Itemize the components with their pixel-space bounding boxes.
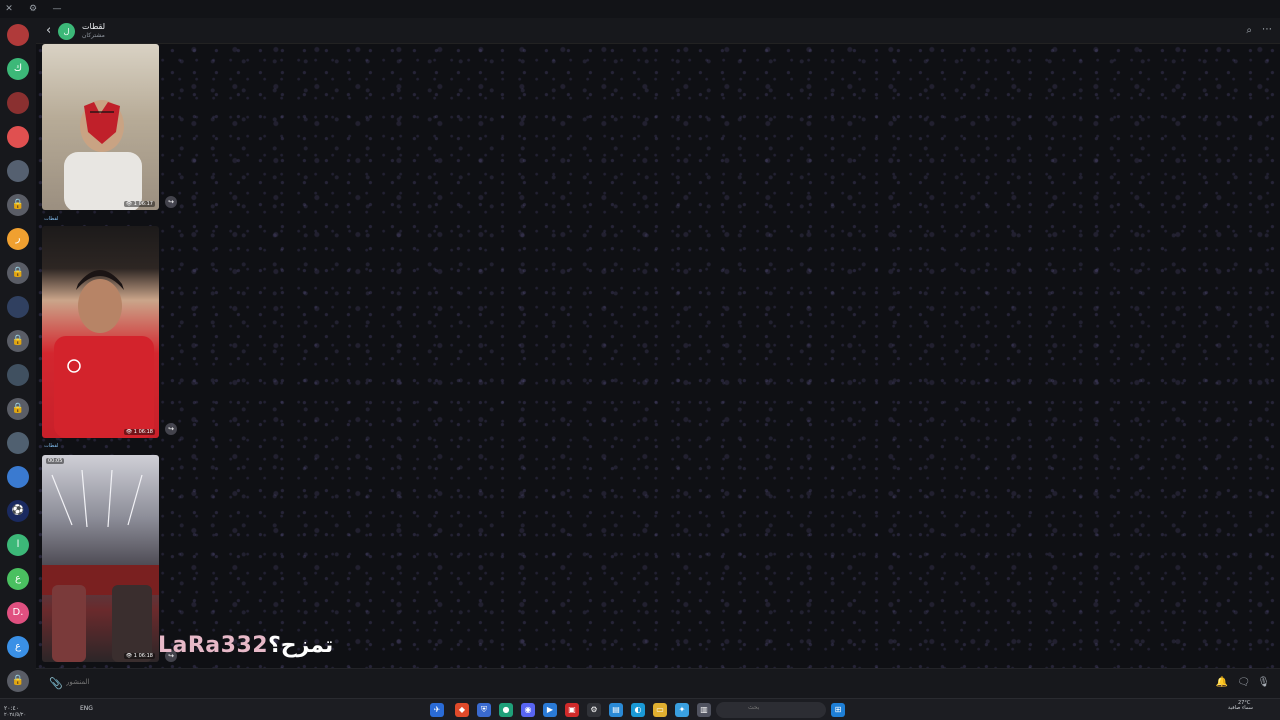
shield-icon[interactable]: ⛨ [477, 703, 491, 717]
chat-title[interactable]: لقطات [82, 22, 105, 31]
minimize-icon[interactable]: — [52, 4, 62, 14]
chat-list-avatar[interactable]: ا [7, 534, 29, 556]
chat-subtitle: مشتركان [82, 32, 105, 39]
chat-list-avatar[interactable] [7, 466, 29, 488]
chat-list-avatar[interactable]: ع [7, 636, 29, 658]
gear-icon[interactable]: ⚙ [28, 4, 38, 14]
app-icon[interactable]: ▶ [543, 703, 557, 717]
video-thumbnail [54, 270, 154, 438]
chat-list-avatar[interactable]: ر [7, 228, 29, 250]
chat-list-avatar[interactable]: 🔒 [7, 670, 29, 692]
app-icon[interactable]: ✦ [675, 703, 689, 717]
telegram-icon[interactable]: ✈ [430, 703, 444, 717]
close-icon[interactable]: ✕ [4, 4, 14, 14]
taskbar-search-input[interactable] [748, 704, 818, 711]
taskbar-time[interactable]: ٢٠:٤٠ [4, 705, 19, 712]
video-duration: 00:05 [46, 458, 65, 464]
video-caption: لقطات [44, 216, 59, 222]
chat-list-avatar[interactable]: 🔒 [7, 330, 29, 352]
chat-list-avatar[interactable] [7, 160, 29, 182]
chat-list-avatar[interactable] [7, 126, 29, 148]
chat-list-avatar[interactable] [7, 364, 29, 386]
video-message[interactable]: 👁 1 06:18 [42, 226, 159, 438]
chat-list-avatar[interactable]: ⚽ [7, 500, 29, 522]
video-thumbnail [42, 469, 159, 662]
brave-icon[interactable]: ◆ [455, 703, 469, 717]
language-indicator[interactable]: ENG [80, 705, 93, 712]
back-icon[interactable]: ‹ [46, 24, 51, 38]
chat-list-avatar[interactable]: D. [7, 602, 29, 624]
chat-list-avatar[interactable]: 🔒 [7, 262, 29, 284]
chat-list-avatar[interactable] [7, 92, 29, 114]
video-views-time: 👁 1 06:18 [123, 429, 155, 435]
chat-list-avatar[interactable]: 🔒 [7, 398, 29, 420]
video-thumbnail [64, 100, 142, 210]
bell-icon[interactable]: 🔔 [1216, 677, 1228, 688]
video-message[interactable]: 👁 1 06:17 [42, 44, 159, 210]
overlay-message: تمزح؟ [268, 633, 334, 658]
more-options-icon[interactable]: ⋯ [1262, 24, 1272, 35]
chat-list-rail: ك 🔒 ر 🔒 🔒 🔒 ⚽ ا ع D. ع 🔒 [0, 18, 36, 698]
emoji-icon[interactable]: 🗨 [1237, 677, 1250, 688]
chat-list-avatar[interactable] [7, 296, 29, 318]
weather-temperature[interactable]: 27°C [1238, 700, 1250, 706]
chat-header: ‹ ل لقطات مشتركان ⌕ ⋯ [36, 18, 1280, 44]
edge-icon[interactable]: ◐ [631, 703, 645, 717]
video-views-time: 👁 1 06:18 [123, 653, 155, 659]
video-views-time: 👁 1 06:17 [123, 201, 155, 207]
forward-icon[interactable]: ↪ [165, 196, 177, 208]
taskbar-search[interactable] [716, 702, 826, 718]
steam-icon[interactable]: ⚙ [587, 703, 601, 717]
message-input[interactable] [66, 678, 866, 686]
taskbar-date[interactable]: ٢٠٢٤/٥/٢٠ [4, 712, 26, 718]
window-titlebar: ✕ ⚙ — [0, 0, 1280, 18]
chat-list-avatar[interactable]: ك [7, 58, 29, 80]
taskbar: ٢٠:٤٠ ٢٠٢٤/٥/٢٠ ENG ✈ ◆ ⛨ ● ◉ ▶ ▣ ⚙ ▤ ◐ … [0, 698, 1280, 720]
search-icon[interactable]: ⌕ [1246, 25, 1252, 36]
microphone-icon[interactable]: 🎙 [1257, 677, 1270, 688]
store-icon[interactable]: ▤ [609, 703, 623, 717]
message-composer: 📎 🔔 🗨 🎙 [36, 668, 1280, 698]
app-icon[interactable]: ▥ [697, 703, 711, 717]
attach-icon[interactable]: 📎 [49, 677, 63, 690]
chat-list-avatar[interactable]: ع [7, 568, 29, 590]
app-icon[interactable]: ● [499, 703, 513, 717]
app-icon[interactable]: ▣ [565, 703, 579, 717]
forward-icon[interactable]: ↪ [165, 423, 177, 435]
chat-avatar[interactable]: ل [58, 23, 75, 40]
video-message[interactable]: 00:05 👁 1 06:18 [42, 455, 159, 662]
chat-list-avatar[interactable] [7, 432, 29, 454]
folder-icon[interactable]: ▭ [653, 703, 667, 717]
chat-background [36, 44, 1280, 668]
overlay-username: LaRa332 [158, 633, 269, 658]
video-caption: لقطات [44, 443, 59, 449]
discord-icon[interactable]: ◉ [521, 703, 535, 717]
chat-list-avatar[interactable] [7, 24, 29, 46]
chat-list-avatar[interactable]: 🔒 [7, 194, 29, 216]
windows-start-icon[interactable]: ⊞ [831, 703, 845, 717]
